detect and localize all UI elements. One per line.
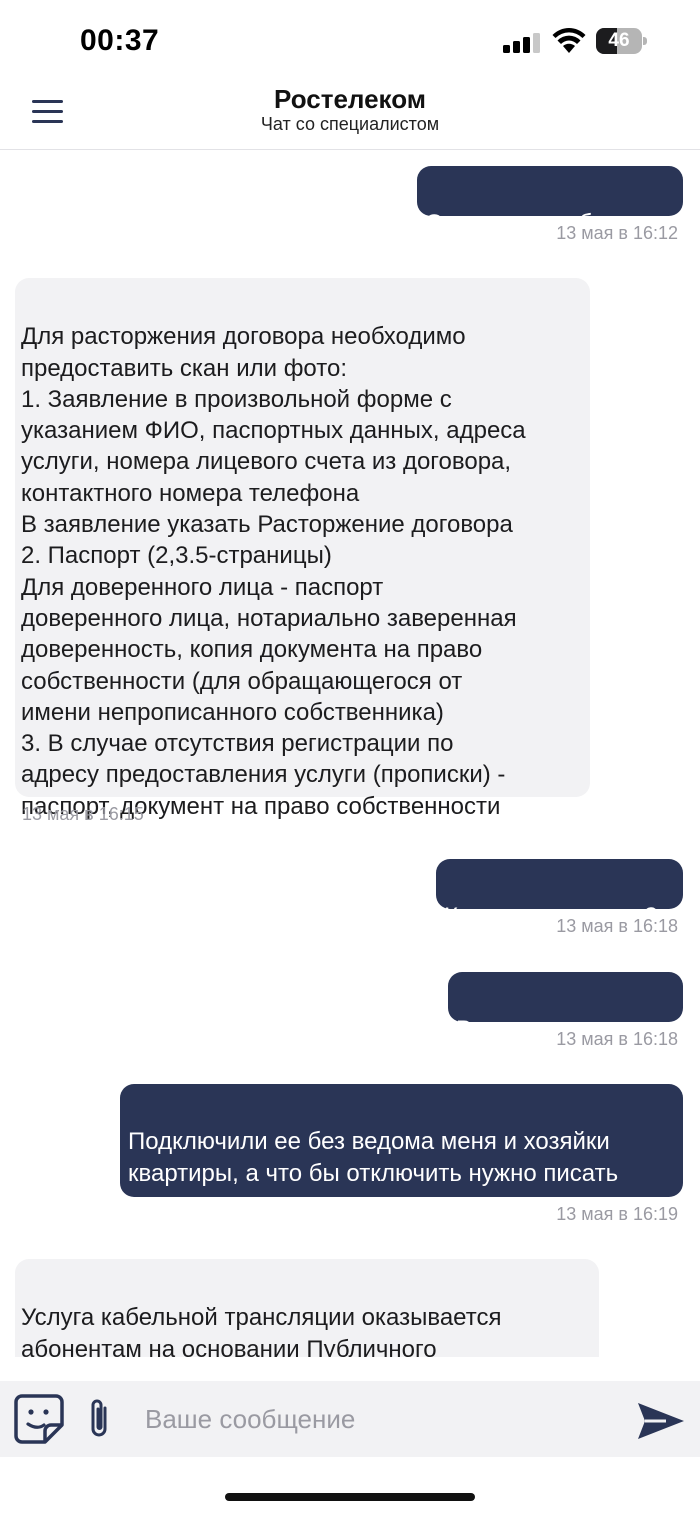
chat-subtitle: Чат со специалистом bbox=[260, 114, 440, 134]
signal-icon bbox=[503, 33, 540, 53]
message-input[interactable] bbox=[130, 1391, 610, 1447]
sticker-icon[interactable] bbox=[13, 1393, 65, 1445]
message-timestamp: 13 мая в 16:19 bbox=[556, 1204, 678, 1224]
chat-title: Ростелеком bbox=[274, 84, 426, 114]
incoming-message[interactable]: Услуга кабельной трансляции оказывается … bbox=[15, 1259, 599, 1357]
status-bar: 00:37 46 bbox=[0, 0, 700, 84]
message-text: Подключили ее без ведома меня и хозяйки … bbox=[128, 1128, 619, 1218]
message-text: Услуга кабельной трансляции оказывается … bbox=[21, 1304, 502, 1357]
message-composer bbox=[0, 1381, 700, 1457]
outgoing-message[interactable]: Вопрос не закрыт bbox=[448, 972, 683, 1043]
message-timestamp: 13 мая в 16:18 bbox=[556, 1029, 678, 1049]
wifi-icon bbox=[552, 28, 586, 53]
outgoing-message[interactable]: Кто подключил ее? bbox=[436, 859, 683, 930]
send-icon[interactable] bbox=[636, 1401, 686, 1441]
message-timestamp: 13 мая в 16:15 bbox=[22, 804, 144, 824]
home-indicator bbox=[225, 1493, 475, 1501]
paperclip-icon[interactable] bbox=[84, 1395, 114, 1443]
incoming-message[interactable]: Для расторжения договора необходимо пред… bbox=[15, 278, 590, 820]
battery-icon: 46 bbox=[596, 28, 648, 54]
message-timestamp: 13 мая в 16:18 bbox=[556, 916, 678, 936]
message-timestamp: 13 мая в 16:12 bbox=[556, 223, 678, 243]
message-list[interactable]: Она год не работала 13 мая в 16:12 Для р… bbox=[0, 151, 700, 1357]
outgoing-message[interactable]: Подключили ее без ведома меня и хозяйки … bbox=[120, 1084, 683, 1218]
outgoing-message[interactable]: Она год не работала bbox=[417, 166, 683, 237]
chat-header: Ростелеком Чат со специалистом bbox=[0, 84, 700, 150]
battery-level: 46 bbox=[608, 30, 630, 51]
status-time: 00:37 bbox=[80, 24, 160, 57]
message-text: Для расторжения договора необходимо пред… bbox=[21, 323, 526, 820]
